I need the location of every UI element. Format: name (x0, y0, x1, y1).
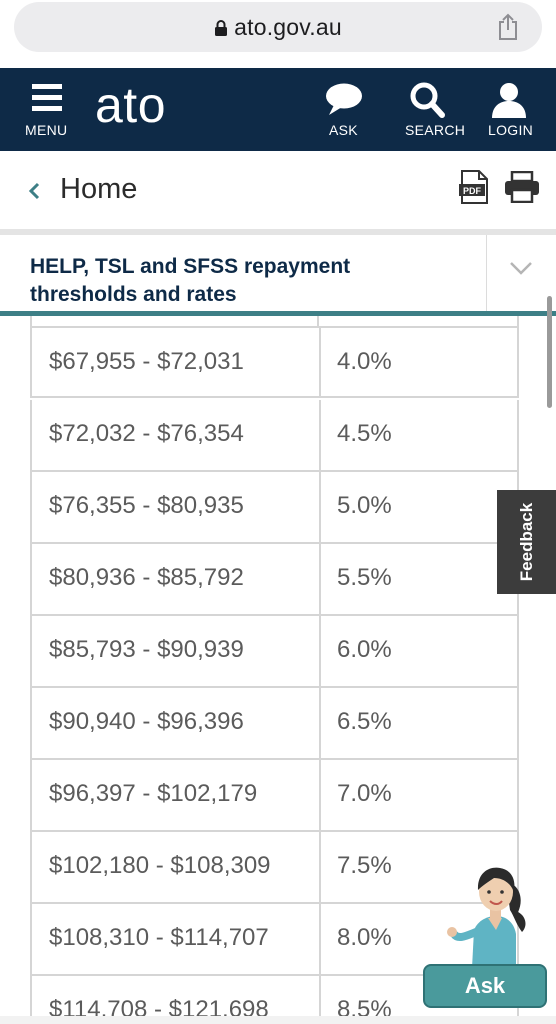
address-bar[interactable]: ato.gov.au (14, 2, 542, 52)
income-range-cell: $96,397 - $102,179 (49, 780, 258, 807)
repayment-rate-cell: 7.0% (337, 780, 392, 807)
breadcrumb: Home PDF (0, 151, 556, 229)
ask-nav-label: ASK (329, 122, 358, 138)
site-header: MENU ato ASK SEARCH LOGIN (0, 68, 556, 151)
virtual-assistant-avatar[interactable] (444, 860, 544, 968)
table-row: $80,936 - $85,792 5.5% (30, 544, 519, 616)
repayment-rate-cell: 8.0% (337, 924, 392, 951)
feedback-tab[interactable]: Feedback (497, 490, 556, 594)
repayment-rate-cell: 5.5% (337, 564, 392, 591)
table-row: $72,032 - $76,354 4.5% (30, 400, 519, 472)
income-range-cell: $90,940 - $96,396 (49, 708, 244, 735)
income-range-cell: $85,793 - $90,939 (49, 636, 244, 663)
repayment-rate-cell: 6.0% (337, 636, 392, 663)
svg-text:PDF: PDF (463, 186, 482, 196)
lock-icon (215, 20, 228, 36)
share-icon[interactable] (496, 13, 520, 41)
search-icon (410, 82, 445, 118)
income-range-cell: $108,310 - $114,707 (49, 924, 269, 951)
feedback-label: Feedback (516, 502, 536, 582)
income-range-cell: $67,955 - $72,031 (49, 348, 244, 375)
login-nav-button[interactable]: LOGIN (486, 82, 536, 142)
income-range-cell: $76,355 - $80,935 (49, 492, 244, 519)
income-range-cell: $72,032 - $76,354 (49, 420, 244, 447)
repayment-rate-cell: 6.5% (337, 708, 392, 735)
income-range-cell: $102,180 - $108,309 (49, 852, 271, 879)
ask-nav-button[interactable]: ASK (322, 82, 366, 142)
chevron-down-icon[interactable] (509, 260, 533, 276)
bottom-edge (0, 1016, 556, 1024)
menu-icon (32, 84, 62, 112)
income-range-cell: $80,936 - $85,792 (49, 564, 244, 591)
repayment-rate-cell: 7.5% (337, 852, 392, 879)
repayment-rate-cell: 4.5% (337, 420, 392, 447)
menu-label: MENU (25, 122, 68, 138)
print-icon[interactable] (504, 171, 540, 203)
header-divider (486, 235, 487, 311)
table-top-edge (30, 316, 519, 326)
accordion-header[interactable]: HELP, TSL and SFSS repayment thresholds … (0, 235, 556, 311)
chevron-left-icon[interactable] (24, 177, 44, 205)
table-row: $85,793 - $90,939 6.0% (30, 616, 519, 688)
search-nav-label: SEARCH (405, 122, 466, 138)
user-icon (492, 83, 526, 118)
menu-button[interactable]: MENU (24, 82, 70, 142)
repayment-rate-cell: 4.0% (337, 348, 392, 375)
table-row: $76,355 - $80,935 5.0% (30, 472, 519, 544)
table-row: $67,955 - $72,031 4.0% (30, 326, 519, 398)
table-row: $96,397 - $102,179 7.0% (30, 760, 519, 832)
scrollbar-thumb[interactable] (547, 296, 552, 408)
url-text: ato.gov.au (234, 14, 342, 40)
browser-chrome: ato.gov.au (0, 0, 556, 68)
table-row: $90,940 - $96,396 6.5% (30, 688, 519, 760)
breadcrumb-home-link[interactable]: Home (60, 173, 137, 206)
section-title: HELP, TSL and SFSS repayment thresholds … (30, 255, 351, 306)
url-display[interactable]: ato.gov.au (14, 14, 542, 41)
repayment-rate-cell: 5.0% (337, 492, 392, 519)
ask-assistant-button[interactable]: Ask (423, 964, 547, 1008)
chat-bubble-icon (326, 83, 362, 115)
ato-logo[interactable]: ato (95, 76, 166, 134)
search-nav-button[interactable]: SEARCH (403, 82, 467, 142)
pdf-icon[interactable]: PDF (458, 170, 490, 204)
login-nav-label: LOGIN (488, 122, 534, 138)
